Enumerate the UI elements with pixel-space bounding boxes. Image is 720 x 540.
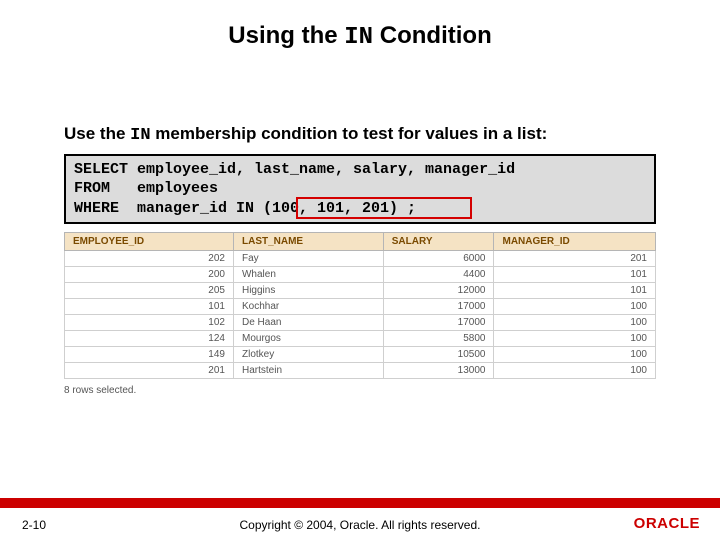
- table-cell: 100: [494, 363, 656, 379]
- col-salary: SALARY: [383, 233, 494, 251]
- footer-red-bar: [0, 498, 720, 508]
- table-cell: Whalen: [233, 267, 383, 283]
- table-row: 201Hartstein13000100: [65, 363, 656, 379]
- table-cell: 100: [494, 315, 656, 331]
- slide-title: Using the IN Condition: [0, 0, 720, 51]
- table-cell: 100: [494, 331, 656, 347]
- table-cell: 17000: [383, 315, 494, 331]
- table-cell: 10500: [383, 347, 494, 363]
- col-last-name: LAST_NAME: [233, 233, 383, 251]
- table-cell: Higgins: [233, 283, 383, 299]
- table-cell: 149: [65, 347, 234, 363]
- table-cell: 124: [65, 331, 234, 347]
- table-cell: Zlotkey: [233, 347, 383, 363]
- table-cell: Fay: [233, 251, 383, 267]
- title-code: IN: [344, 24, 373, 51]
- table-cell: 201: [65, 363, 234, 379]
- description-text: Use the IN membership condition to test …: [64, 123, 656, 148]
- table-cell: 17000: [383, 299, 494, 315]
- result-area: EMPLOYEE_ID LAST_NAME SALARY MANAGER_ID …: [64, 232, 656, 396]
- result-table: EMPLOYEE_ID LAST_NAME SALARY MANAGER_ID …: [64, 232, 656, 379]
- table-row: 200Whalen4400101: [65, 267, 656, 283]
- title-post: Condition: [373, 22, 492, 49]
- content-area: Use the IN membership condition to test …: [0, 123, 720, 396]
- table-row: 102De Haan17000100: [65, 315, 656, 331]
- table-cell: 6000: [383, 251, 494, 267]
- rows-selected-text: 8 rows selected.: [64, 385, 656, 396]
- table-cell: Hartstein: [233, 363, 383, 379]
- table-cell: 102: [65, 315, 234, 331]
- desc-post: membership condition to test for values …: [151, 124, 548, 143]
- table-row: 149Zlotkey10500100: [65, 347, 656, 363]
- table-cell: 101: [494, 267, 656, 283]
- table-cell: 100: [494, 299, 656, 315]
- copyright-text: Copyright © 2004, Oracle. All rights res…: [0, 518, 720, 532]
- table-cell: 202: [65, 251, 234, 267]
- table-row: 205Higgins12000101: [65, 283, 656, 299]
- sql-line3: WHERE manager_id IN (100, 101, 201) ;: [74, 200, 416, 217]
- table-cell: 5800: [383, 331, 494, 347]
- table-cell: 12000: [383, 283, 494, 299]
- desc-pre: Use the: [64, 124, 130, 143]
- table-cell: Mourgos: [233, 331, 383, 347]
- footer: 2-10 Copyright © 2004, Oracle. All right…: [0, 508, 720, 540]
- table-cell: 205: [65, 283, 234, 299]
- col-employee-id: EMPLOYEE_ID: [65, 233, 234, 251]
- table-cell: 13000: [383, 363, 494, 379]
- table-cell: 100: [494, 347, 656, 363]
- sql-line1: SELECT employee_id, last_name, salary, m…: [74, 161, 515, 178]
- table-cell: 101: [494, 283, 656, 299]
- table-row: 101Kochhar17000100: [65, 299, 656, 315]
- table-row: 124Mourgos5800100: [65, 331, 656, 347]
- table-cell: 101: [65, 299, 234, 315]
- col-manager-id: MANAGER_ID: [494, 233, 656, 251]
- table-cell: 4400: [383, 267, 494, 283]
- table-cell: Kochhar: [233, 299, 383, 315]
- sql-line2: FROM employees: [74, 180, 218, 197]
- table-cell: 200: [65, 267, 234, 283]
- table-cell: De Haan: [233, 315, 383, 331]
- sql-code-box: SELECT employee_id, last_name, salary, m…: [64, 154, 656, 225]
- title-pre: Using the: [228, 22, 344, 49]
- table-row: 202Fay6000201: [65, 251, 656, 267]
- table-header-row: EMPLOYEE_ID LAST_NAME SALARY MANAGER_ID: [65, 233, 656, 251]
- table-cell: 201: [494, 251, 656, 267]
- desc-code: IN: [130, 126, 150, 145]
- oracle-logo: ORACLE: [634, 515, 700, 532]
